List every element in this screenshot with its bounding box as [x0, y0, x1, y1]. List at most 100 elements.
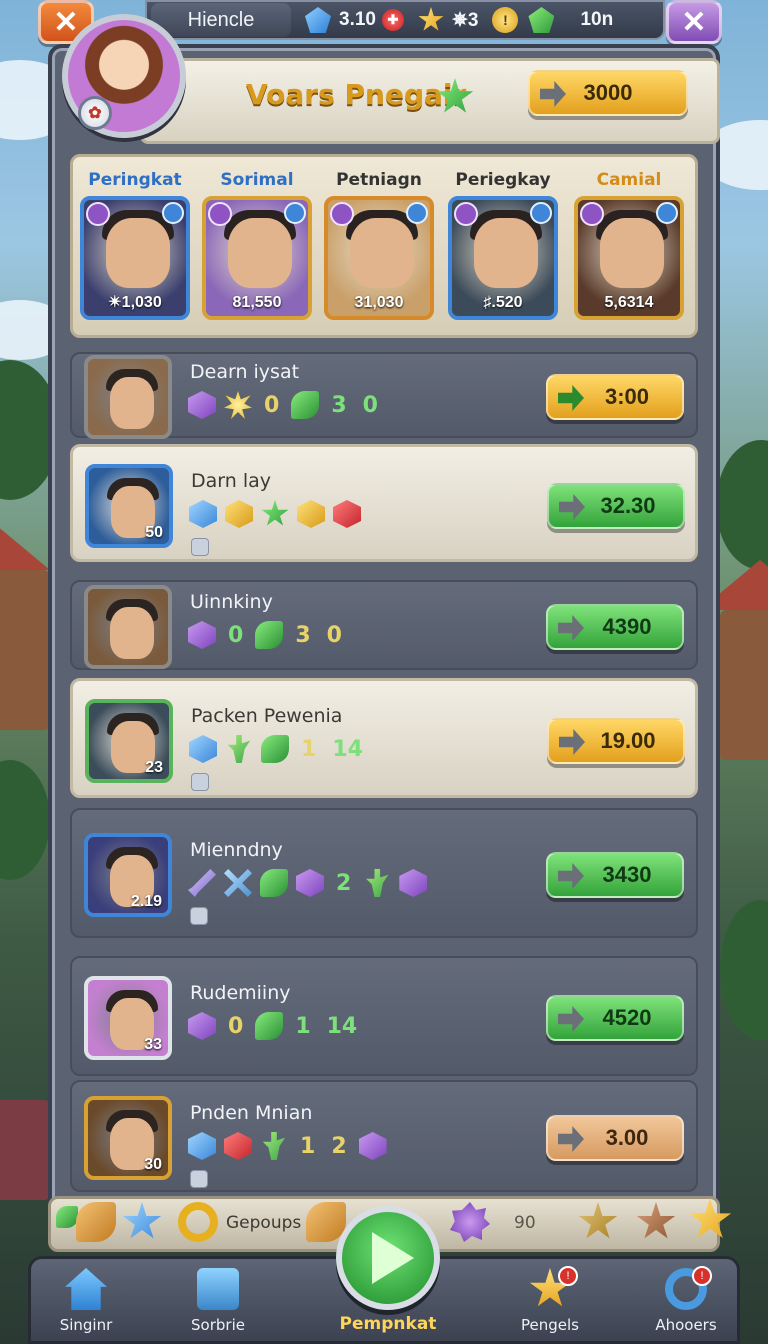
element-badge-icon — [162, 202, 184, 224]
avatar-badge-icon: ✿ — [78, 96, 112, 130]
house — [0, 570, 50, 730]
avatar-face — [110, 607, 154, 659]
level-badge: 2.19 — [130, 893, 162, 910]
claim-button[interactable]: 4520 — [546, 995, 684, 1041]
bottom-strip-value: 90 — [514, 1213, 536, 1233]
player-avatar[interactable] — [84, 585, 172, 669]
tree — [716, 440, 768, 570]
nav-label: Sorbrie — [191, 1316, 245, 1334]
tag-icon — [190, 1170, 208, 1188]
claim-button[interactable]: 3:00 — [546, 374, 684, 420]
nav-item-scroll[interactable]: Sorbrie — [158, 1262, 278, 1334]
level-badge: 23 — [145, 759, 163, 776]
hero-face — [600, 218, 664, 288]
page-title: Voars Pnegair — [246, 78, 467, 111]
player-avatar[interactable]: 23 — [85, 699, 173, 783]
element-badge-icon — [656, 202, 678, 224]
player-avatar[interactable]: 50 — [85, 464, 173, 548]
arrow-icon — [558, 615, 584, 641]
arrow-icon — [558, 385, 584, 411]
player-avatar[interactable] — [84, 355, 172, 439]
nav-label: Singinr — [59, 1316, 113, 1334]
bottom-strip-label: Gepoups — [226, 1213, 302, 1233]
leaf-green-icon — [291, 391, 320, 419]
reward-count: 0 — [264, 392, 280, 418]
list-item[interactable]: 30 Pnden Mnian 1 2 3.00 — [70, 1080, 698, 1192]
leaf-green-icon — [261, 735, 289, 763]
nav-item-ring[interactable]: Ahooers — [626, 1262, 746, 1334]
reward-count: 2 — [336, 870, 352, 896]
gem-resource[interactable]: 3.10 ✚ — [305, 7, 404, 33]
reward-count: 0 — [228, 622, 244, 648]
house — [720, 610, 768, 760]
close-button-right[interactable]: ✕ — [666, 0, 722, 44]
list-item[interactable]: Uinnkiny 0 3 0 4390 — [70, 580, 698, 670]
sq-red-icon — [333, 500, 361, 528]
scroll-icon — [197, 1268, 239, 1310]
hero-portrait[interactable]: 5,6314 — [574, 196, 684, 320]
hero-face — [106, 218, 170, 288]
sq-yellow-icon — [225, 500, 253, 528]
hero-portrait[interactable]: ♯.520 — [448, 196, 558, 320]
sq-red-icon — [224, 1132, 252, 1160]
player-name: Packen Pewenia — [191, 705, 343, 727]
star-resource[interactable]: ✵3 — [418, 7, 479, 33]
sq-blue-icon — [189, 500, 217, 528]
play-icon — [372, 1232, 414, 1284]
leaf-icon — [56, 1206, 78, 1228]
claim-button[interactable]: 3.00 — [546, 1115, 684, 1161]
reward-count: 14 — [332, 736, 363, 762]
nav-item-trophy[interactable]: Pengels — [490, 1262, 610, 1334]
hero-portrait[interactable]: ✴1,030 — [80, 196, 190, 320]
reward-count: 1 — [295, 1013, 311, 1039]
house-roof — [0, 520, 50, 570]
claim-button[interactable]: 4390 — [546, 604, 684, 650]
player-avatar[interactable]: 2.19 — [84, 833, 172, 917]
reward-icons: 030 — [188, 391, 382, 419]
hero-value: 81,550 — [232, 294, 282, 311]
sq-purple-icon — [399, 869, 428, 897]
reward-count: 3 — [295, 622, 311, 648]
plant-icon — [262, 1132, 286, 1160]
star-green-icon — [261, 500, 289, 526]
play-button[interactable] — [336, 1206, 440, 1310]
sq-purple-icon — [296, 869, 324, 897]
class-badge-icon — [86, 202, 110, 226]
coin-icon: ! — [492, 7, 519, 33]
coin-resource[interactable]: ! — [492, 7, 519, 33]
list-item[interactable]: 33 Rudemiiny 0 1 14 4520 — [70, 956, 698, 1076]
claim-button[interactable]: 3430 — [546, 852, 684, 898]
class-badge-icon — [580, 202, 604, 226]
star-value: ✵3 — [451, 9, 479, 31]
list-item[interactable]: 23 Packen Pewenia 1 14 19.00 — [70, 678, 698, 798]
hero-label: Camial — [596, 170, 662, 190]
green-value: 10n — [580, 9, 614, 30]
list-item[interactable]: Dearn iysat 0 3 0 3:00 — [70, 352, 698, 439]
header-action-value: 3000 — [583, 80, 633, 105]
notification-badge: ! — [558, 1266, 578, 1286]
list-item[interactable]: 50 Darn lay 32.30 — [70, 444, 698, 562]
header-action-button[interactable]: 3000 — [528, 70, 688, 116]
nav-item-home[interactable]: Singinr — [26, 1262, 146, 1334]
player-avatar[interactable]: 30 — [84, 1096, 172, 1180]
barrel — [0, 1100, 50, 1200]
player-avatar[interactable]: 33 — [84, 976, 172, 1060]
hero-portrait[interactable]: 81,550 — [202, 196, 312, 320]
claim-button[interactable]: 19.00 — [547, 718, 685, 764]
green-gem-resource[interactable]: 10n — [528, 7, 613, 33]
sq-purple-icon — [188, 1012, 216, 1040]
hero-value: 31,030 — [354, 294, 404, 311]
claim-button[interactable]: 32.30 — [547, 483, 685, 529]
button-label: 19.00 — [600, 728, 656, 753]
sq-purple-icon — [188, 391, 216, 419]
button-label: 3430 — [602, 862, 652, 887]
list-item[interactable]: 2.19 Mienndny 2 3430 — [70, 808, 698, 938]
hero-face — [228, 218, 292, 288]
plant-icon — [366, 869, 389, 897]
hero-face — [474, 218, 538, 288]
green-gem-icon — [528, 7, 555, 33]
hero-portrait[interactable]: 31,030 — [324, 196, 434, 320]
close-icon: ✕ — [53, 5, 79, 39]
reward-count: 0 — [326, 622, 342, 648]
add-icon[interactable]: ✚ — [381, 9, 404, 31]
